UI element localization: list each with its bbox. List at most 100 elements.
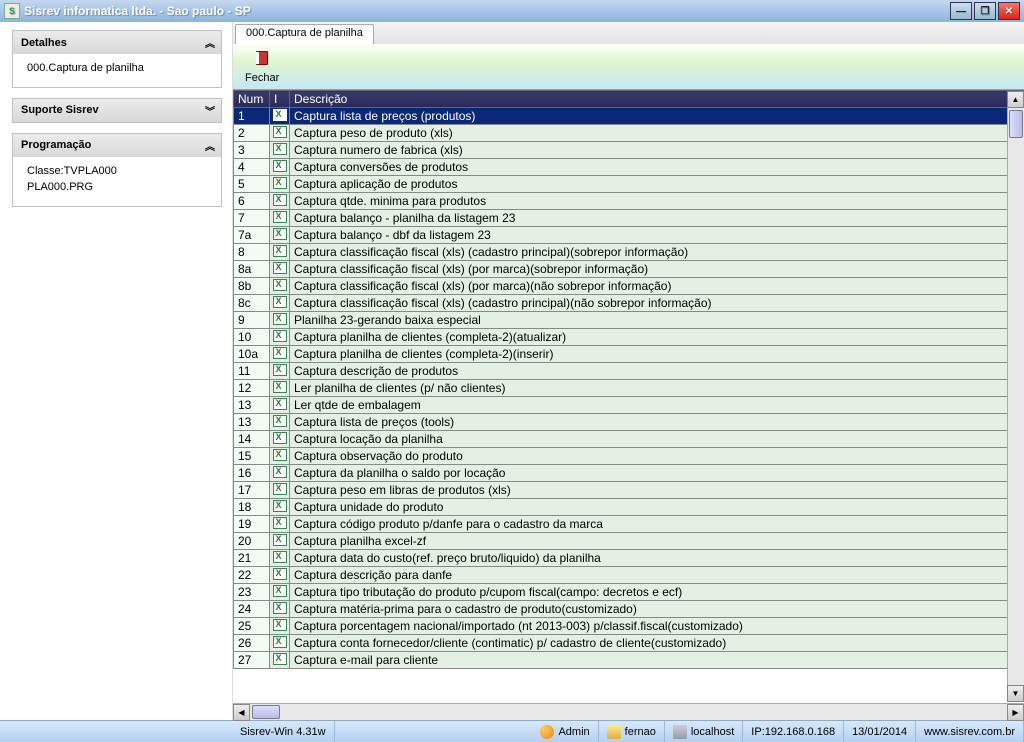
cell-desc[interactable]: Captura aplicação de produtos bbox=[290, 176, 1024, 193]
cell-desc[interactable]: Planilha 23-gerando baixa especial bbox=[290, 312, 1024, 329]
table-row[interactable]: 1 Captura lista de preços (produtos) bbox=[234, 108, 1024, 125]
cell-num[interactable]: 2 bbox=[234, 125, 270, 142]
table-row[interactable]: 26Captura conta fornecedor/cliente (cont… bbox=[234, 635, 1024, 652]
table-row[interactable]: 18Captura unidade do produto bbox=[234, 499, 1024, 516]
cell-icon[interactable] bbox=[270, 312, 290, 329]
cell-icon[interactable] bbox=[270, 244, 290, 261]
cell-desc[interactable]: Captura planilha excel-zf bbox=[290, 533, 1024, 550]
panel-suporte-header[interactable]: Suporte Sisrev ︾ bbox=[13, 99, 221, 122]
cell-num[interactable]: 12 bbox=[234, 380, 270, 397]
table-row[interactable]: 27Captura e-mail para cliente bbox=[234, 652, 1024, 669]
table-row[interactable]: 23 Captura tipo tributação do produto p/c… bbox=[234, 584, 1024, 601]
cell-desc[interactable]: Captura porcentagem nacional/importado (… bbox=[290, 618, 1024, 635]
scroll-right-button[interactable]: ▶ bbox=[1007, 704, 1024, 721]
cell-num[interactable]: 15 bbox=[234, 448, 270, 465]
cell-desc[interactable]: Captura unidade do produto bbox=[290, 499, 1024, 516]
cell-num[interactable]: 22 bbox=[234, 567, 270, 584]
cell-num[interactable]: 9 bbox=[234, 312, 270, 329]
cell-desc[interactable]: Captura peso de produto (xls) bbox=[290, 125, 1024, 142]
cell-icon[interactable] bbox=[270, 125, 290, 142]
table-row[interactable]: 7Captura balanço - planilha da listagem … bbox=[234, 210, 1024, 227]
table-row[interactable]: 8a Captura classificação fiscal (xls) (po… bbox=[234, 261, 1024, 278]
table-row[interactable]: 8cCaptura classificação fiscal (xls) (ca… bbox=[234, 295, 1024, 312]
cell-icon[interactable] bbox=[270, 567, 290, 584]
cell-num[interactable]: 10 bbox=[234, 329, 270, 346]
panel-programacao-header[interactable]: Programação ︽ bbox=[13, 134, 221, 157]
cell-icon[interactable] bbox=[270, 584, 290, 601]
cell-num[interactable]: 4 bbox=[234, 159, 270, 176]
fechar-button[interactable]: Fechar bbox=[245, 49, 279, 84]
table-row[interactable]: 16Captura da planilha o saldo por locaçã… bbox=[234, 465, 1024, 482]
table-row[interactable]: 4 Captura conversões de produtos bbox=[234, 159, 1024, 176]
cell-desc[interactable]: Captura código produto p/danfe para o ca… bbox=[290, 516, 1024, 533]
cell-icon[interactable] bbox=[270, 618, 290, 635]
cell-desc[interactable]: Captura peso em libras de produtos (xls) bbox=[290, 482, 1024, 499]
vertical-scrollbar[interactable]: ▲ ▼ bbox=[1007, 108, 1024, 685]
cell-num[interactable]: 1 bbox=[234, 108, 270, 125]
table-row[interactable]: 20 Captura planilha excel-zf bbox=[234, 533, 1024, 550]
close-button[interactable]: ✕ bbox=[998, 2, 1020, 20]
cell-desc[interactable]: Captura matéria-prima para o cadastro de… bbox=[290, 601, 1024, 618]
cell-icon[interactable] bbox=[270, 499, 290, 516]
cell-desc[interactable]: Captura classificação fiscal (xls) (cada… bbox=[290, 244, 1024, 261]
cell-num[interactable]: 24 bbox=[234, 601, 270, 618]
table-row[interactable]: 2 Captura peso de produto (xls) bbox=[234, 125, 1024, 142]
cell-icon[interactable] bbox=[270, 363, 290, 380]
table-row[interactable]: 13Captura lista de preços (tools) bbox=[234, 414, 1024, 431]
cell-desc[interactable]: Captura classificação fiscal (xls) (por … bbox=[290, 261, 1024, 278]
cell-icon[interactable] bbox=[270, 176, 290, 193]
cell-icon[interactable] bbox=[270, 210, 290, 227]
cell-num[interactable]: 23 bbox=[234, 584, 270, 601]
cell-desc[interactable]: Captura classificação fiscal (xls) (cada… bbox=[290, 295, 1024, 312]
cell-desc[interactable]: Captura balanço - planilha da listagem 2… bbox=[290, 210, 1024, 227]
cell-desc[interactable]: Captura e-mail para cliente bbox=[290, 652, 1024, 669]
cell-icon[interactable] bbox=[270, 482, 290, 499]
cell-num[interactable]: 8 bbox=[234, 244, 270, 261]
cell-desc[interactable]: Captura qtde. minima para produtos bbox=[290, 193, 1024, 210]
tab-captura[interactable]: 000.Captura de planilha bbox=[235, 24, 374, 44]
cell-icon[interactable] bbox=[270, 295, 290, 312]
table-row[interactable]: 3Captura numero de fabrica (xls) bbox=[234, 142, 1024, 159]
cell-desc[interactable]: Ler planilha de clientes (p/ não cliente… bbox=[290, 380, 1024, 397]
cell-desc[interactable]: Captura observação do produto bbox=[290, 448, 1024, 465]
panel-detalhes-header[interactable]: Detalhes ︽ bbox=[13, 31, 221, 54]
cell-icon[interactable] bbox=[270, 465, 290, 482]
cell-num[interactable]: 8a bbox=[234, 261, 270, 278]
cell-desc[interactable]: Captura lista de preços (tools) bbox=[290, 414, 1024, 431]
cell-desc[interactable]: Captura planilha de clientes (completa-2… bbox=[290, 346, 1024, 363]
cell-num[interactable]: 25 bbox=[234, 618, 270, 635]
cell-desc[interactable]: Captura conversões de produtos bbox=[290, 159, 1024, 176]
cell-num[interactable]: 14 bbox=[234, 431, 270, 448]
cell-desc[interactable]: Captura tipo tributação do produto p/cup… bbox=[290, 584, 1024, 601]
cell-icon[interactable] bbox=[270, 380, 290, 397]
table-row[interactable]: 22 Captura descrição para danfe bbox=[234, 567, 1024, 584]
table-row[interactable]: 11Captura descrição de produtos bbox=[234, 363, 1024, 380]
cell-icon[interactable] bbox=[270, 346, 290, 363]
table-row[interactable]: 9 Planilha 23-gerando baixa especial bbox=[234, 312, 1024, 329]
table-row[interactable]: 13Ler qtde de embalagem bbox=[234, 397, 1024, 414]
cell-num[interactable]: 7a bbox=[234, 227, 270, 244]
horizontal-scrollbar[interactable]: ◀ ▶ bbox=[233, 703, 1024, 720]
cell-icon[interactable] bbox=[270, 414, 290, 431]
cell-desc[interactable]: Captura lista de preços (produtos) bbox=[290, 108, 1024, 125]
table-row[interactable]: 10 Captura planilha de clientes (completa… bbox=[234, 329, 1024, 346]
cell-desc[interactable]: Captura descrição para danfe bbox=[290, 567, 1024, 584]
col-header-desc[interactable]: Descrição bbox=[290, 91, 1024, 108]
cell-desc[interactable]: Captura planilha de clientes (completa-2… bbox=[290, 329, 1024, 346]
cell-desc[interactable]: Captura locação da planilha bbox=[290, 431, 1024, 448]
hscroll-thumb[interactable] bbox=[252, 705, 280, 719]
scroll-left-button[interactable]: ◀ bbox=[233, 704, 250, 721]
minimize-button[interactable]: — bbox=[950, 2, 972, 20]
table-row[interactable]: 19Captura código produto p/danfe para o … bbox=[234, 516, 1024, 533]
cell-desc[interactable]: Captura data do custo(ref. preço bruto/l… bbox=[290, 550, 1024, 567]
cell-desc[interactable]: Ler qtde de embalagem bbox=[290, 397, 1024, 414]
cell-icon[interactable] bbox=[270, 278, 290, 295]
cell-num[interactable]: 20 bbox=[234, 533, 270, 550]
status-url[interactable]: www.sisrev.com.br bbox=[916, 721, 1024, 742]
vscroll-thumb[interactable] bbox=[1009, 110, 1023, 138]
table-row[interactable]: 14 Captura locação da planilha bbox=[234, 431, 1024, 448]
cell-icon[interactable] bbox=[270, 227, 290, 244]
table-row[interactable]: 6Captura qtde. minima para produtos bbox=[234, 193, 1024, 210]
cell-num[interactable]: 21 bbox=[234, 550, 270, 567]
cell-icon[interactable] bbox=[270, 601, 290, 618]
